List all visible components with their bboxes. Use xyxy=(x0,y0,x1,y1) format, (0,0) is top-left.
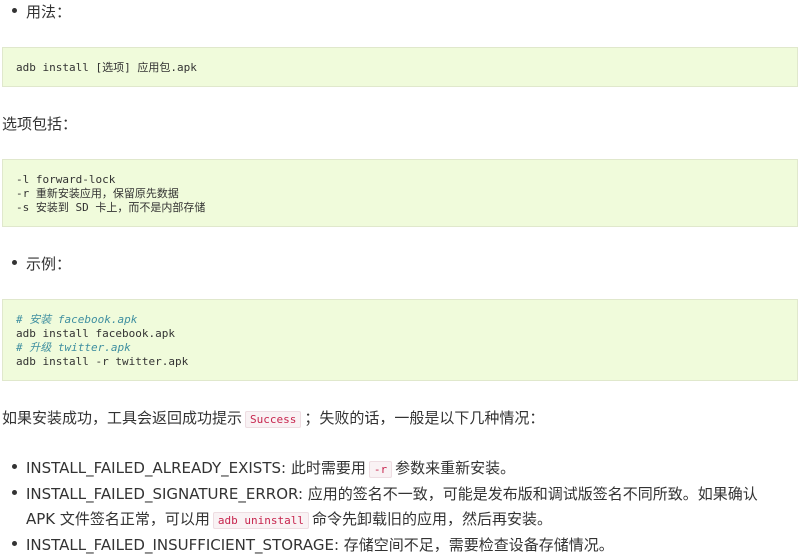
code-line: adb install [选项] 应用包.apk xyxy=(16,61,197,74)
error-item-signature: INSTALL_FAILED_SIGNATURE_ERROR: 应用的签名不一致… xyxy=(12,482,798,533)
bullet-icon xyxy=(12,8,17,13)
code-comment: # 安装 facebook.apk xyxy=(16,313,138,326)
result-paragraph: 如果安装成功，工具会返回成功提示 Success ；失败的话，一般是以下几种情况： xyxy=(2,409,545,428)
options-heading: 选项包括： xyxy=(2,115,78,133)
code-line: adb install facebook.apk xyxy=(16,327,175,340)
bullet-icon xyxy=(12,260,17,265)
inline-code-r: -r xyxy=(368,461,393,478)
code-line: adb install -r twitter.apk xyxy=(16,355,189,368)
usage-heading-text: 用法： xyxy=(26,3,72,21)
usage-code-block: adb install [选项] 应用包.apk xyxy=(2,47,798,87)
usage-heading: 用法： xyxy=(12,1,71,23)
example-heading-text: 示例： xyxy=(26,255,72,273)
inline-code-success: Success xyxy=(245,411,302,428)
code-comment: # 升级 twitter.apk xyxy=(16,341,131,354)
code-line: -s 安装到 SD 卡上，而不是内部存储 xyxy=(16,201,206,214)
code-line: -l forward-lock xyxy=(16,173,116,186)
bullet-icon xyxy=(12,464,17,469)
options-code-block: -l forward-lock -r 重新安装应用，保留原先数据 -s 安装到 … xyxy=(2,159,798,227)
bullet-icon xyxy=(12,490,17,495)
inline-code-adb-uninstall: adb uninstall xyxy=(212,512,310,529)
error-item-already-exists: INSTALL_FAILED_ALREADY_EXISTS: 此时需要用 -r 参数… xyxy=(12,456,798,482)
code-line: -r 重新安装应用，保留原先数据 xyxy=(16,187,179,200)
bullet-icon xyxy=(12,541,17,546)
error-item-storage: INSTALL_FAILED_INSUFFICIENT_STORAGE: 存储空… xyxy=(12,533,798,558)
example-code-block: # 安装 facebook.apk adb install facebook.a… xyxy=(2,299,798,381)
example-heading: 示例： xyxy=(12,253,71,275)
